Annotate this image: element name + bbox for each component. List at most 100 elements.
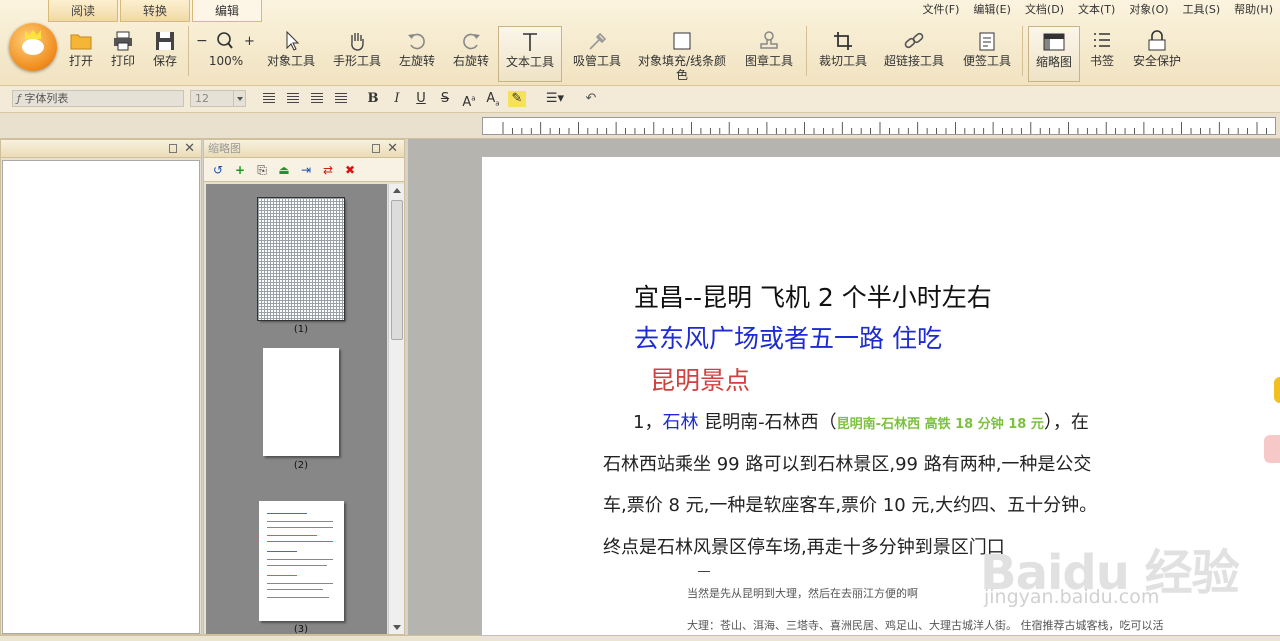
route-text-end: ），在 xyxy=(1043,412,1089,433)
crop-tool-button[interactable]: 裁切工具 xyxy=(816,30,870,78)
export-page-icon[interactable]: ⇥ xyxy=(298,162,314,178)
thumbnail-label: 缩略图 xyxy=(1035,55,1072,69)
insert-page-icon[interactable]: ⎘ xyxy=(254,162,270,178)
italic-button[interactable]: I xyxy=(388,91,406,107)
line-spacing-button[interactable]: ☰▾ xyxy=(540,91,570,107)
rotate-page-icon[interactable]: ↺ xyxy=(210,162,226,178)
align-center-button[interactable] xyxy=(284,91,302,107)
bold-button[interactable]: B xyxy=(364,91,382,107)
page-number: (3) xyxy=(293,624,309,634)
align-left-button[interactable] xyxy=(260,91,278,107)
side-tab[interactable] xyxy=(1264,435,1280,463)
thumbnail-panel-header: 缩略图 ✕ xyxy=(204,140,404,158)
zoom-control[interactable]: − + 100% xyxy=(194,30,258,78)
crop-tool-label: 裁切工具 xyxy=(818,54,867,68)
pin-icon[interactable] xyxy=(169,144,177,153)
font-icon: ƒ xyxy=(17,92,21,105)
rotate-left-button[interactable]: 左旋转 xyxy=(396,30,438,78)
security-button[interactable]: 安全保护 xyxy=(1130,30,1184,78)
subscript-button[interactable]: Aa xyxy=(484,91,502,108)
crown-icon xyxy=(25,30,41,39)
menu-tools[interactable]: 工具(S) xyxy=(1176,0,1228,20)
chevron-down-icon xyxy=(233,91,245,106)
page-thumbnail[interactable] xyxy=(263,348,339,456)
left-panel-content xyxy=(2,160,200,634)
close-icon[interactable]: ✕ xyxy=(184,140,195,158)
stamp-tool-button[interactable]: 图章工具 xyxy=(742,30,796,78)
text-tool-button[interactable]: 文本工具 xyxy=(498,26,562,82)
font-family-value: 字体列表 xyxy=(24,92,69,105)
tab-convert[interactable]: 转换 xyxy=(120,0,191,22)
eyedropper-button[interactable]: 吸管工具 xyxy=(570,30,624,78)
bold-icon: B xyxy=(367,91,379,106)
crop-icon xyxy=(831,30,855,52)
scroll-thumb[interactable] xyxy=(391,200,403,340)
text-tool-label: 文本工具 xyxy=(505,55,554,69)
font-size-select[interactable]: 12 xyxy=(190,90,246,107)
superscript-button[interactable]: Aa xyxy=(460,91,478,110)
scroll-up-icon[interactable] xyxy=(389,184,405,198)
thumbnail-button[interactable]: 缩略图 xyxy=(1028,26,1080,82)
strikethrough-icon: S xyxy=(440,91,450,106)
undo-button[interactable]: ↶ xyxy=(582,91,600,107)
menu-object[interactable]: 对象(O) xyxy=(1122,0,1175,20)
underline-button[interactable]: U xyxy=(412,91,430,107)
line-spacing-icon: ☰▾ xyxy=(545,91,565,106)
menu-file[interactable]: 文件(F) xyxy=(915,0,966,20)
menu-document[interactable]: 文档(D) xyxy=(1018,0,1071,20)
side-tab[interactable] xyxy=(1274,377,1280,403)
tab-read[interactable]: 阅读 xyxy=(48,0,119,22)
floppy-icon xyxy=(153,30,177,52)
hand-tool-button[interactable]: 手形工具 xyxy=(330,30,384,78)
justify-button[interactable] xyxy=(332,91,350,107)
hyperlink-tool-button[interactable]: 超链接工具 xyxy=(882,30,946,78)
object-tool-button[interactable]: 对象工具 xyxy=(264,30,318,78)
pin-icon[interactable] xyxy=(372,144,380,153)
stamp-icon xyxy=(757,30,781,52)
tab-edit[interactable]: 编辑 xyxy=(192,0,263,22)
delete-page-icon[interactable]: ✖ xyxy=(342,162,358,178)
page-thumbnail[interactable] xyxy=(259,501,344,621)
open-button[interactable]: 打开 xyxy=(66,30,96,78)
thumbnail-list: (1) (2) (3) xyxy=(206,184,387,634)
watermark-url: jingyan.baidu.com xyxy=(984,586,1160,608)
thumbnail-panel-icon xyxy=(1042,31,1066,53)
page-thumbnail[interactable] xyxy=(257,197,345,321)
left-panel: ✕ xyxy=(0,139,202,635)
app-logo-button[interactable] xyxy=(9,23,57,71)
menu-edit[interactable]: 编辑(E) xyxy=(966,0,1018,20)
scroll-down-icon[interactable] xyxy=(389,620,405,634)
ruler-strip xyxy=(0,113,1280,139)
heading-route: 宜昌--昆明 飞机 2 个半小时左右 xyxy=(634,283,992,312)
text-cursor-icon xyxy=(518,31,542,53)
strikethrough-button[interactable]: S xyxy=(436,91,454,107)
bookmark-button[interactable]: 书签 xyxy=(1086,30,1118,78)
cursor-arrow-icon xyxy=(279,30,303,52)
highlight-button[interactable]: ✎ xyxy=(508,91,526,107)
ribbon-tabs: 阅读 转换 编辑 xyxy=(48,0,264,22)
extract-page-icon[interactable]: ⏏ xyxy=(276,162,292,178)
font-size-value: 12 xyxy=(195,92,209,105)
paragraph-line: 车,票价 8 元,一种是软座客车,票价 10 元,大约四、五十分钟。 xyxy=(603,495,1098,516)
rotate-right-button[interactable]: 右旋转 xyxy=(450,30,492,78)
menu-help[interactable]: 帮助(H) xyxy=(1227,0,1280,20)
note-tool-button[interactable]: 便签工具 xyxy=(960,30,1014,78)
thumbnail-scrollbar[interactable] xyxy=(388,184,404,634)
font-family-select[interactable]: ƒ 字体列表 xyxy=(12,90,184,107)
rotate-right-label: 右旋转 xyxy=(452,54,489,68)
horizontal-ruler[interactable] xyxy=(482,117,1276,135)
align-right-button[interactable] xyxy=(308,91,326,107)
print-button[interactable]: 打印 xyxy=(108,30,138,78)
close-icon[interactable]: ✕ xyxy=(387,140,398,158)
menu-text[interactable]: 文本(T) xyxy=(1071,0,1122,20)
ribbon: 阅读 转换 编辑 文件(F) 编辑(E) 文档(D) 文本(T) 对象(O) 工… xyxy=(0,0,1280,86)
zoom-level: 100% xyxy=(208,54,244,68)
stone-forest-link[interactable]: 石林 xyxy=(662,412,698,433)
stamp-tool-label: 图章工具 xyxy=(744,54,793,68)
add-page-icon[interactable]: + xyxy=(232,162,248,178)
save-button[interactable]: 保存 xyxy=(150,30,180,78)
printer-icon xyxy=(111,30,135,52)
fill-color-button[interactable]: 对象填充/线条颜 色 xyxy=(636,30,728,82)
route-text: 昆明南-石林西（ xyxy=(698,412,837,433)
replace-page-icon[interactable]: ⇄ xyxy=(320,162,336,178)
